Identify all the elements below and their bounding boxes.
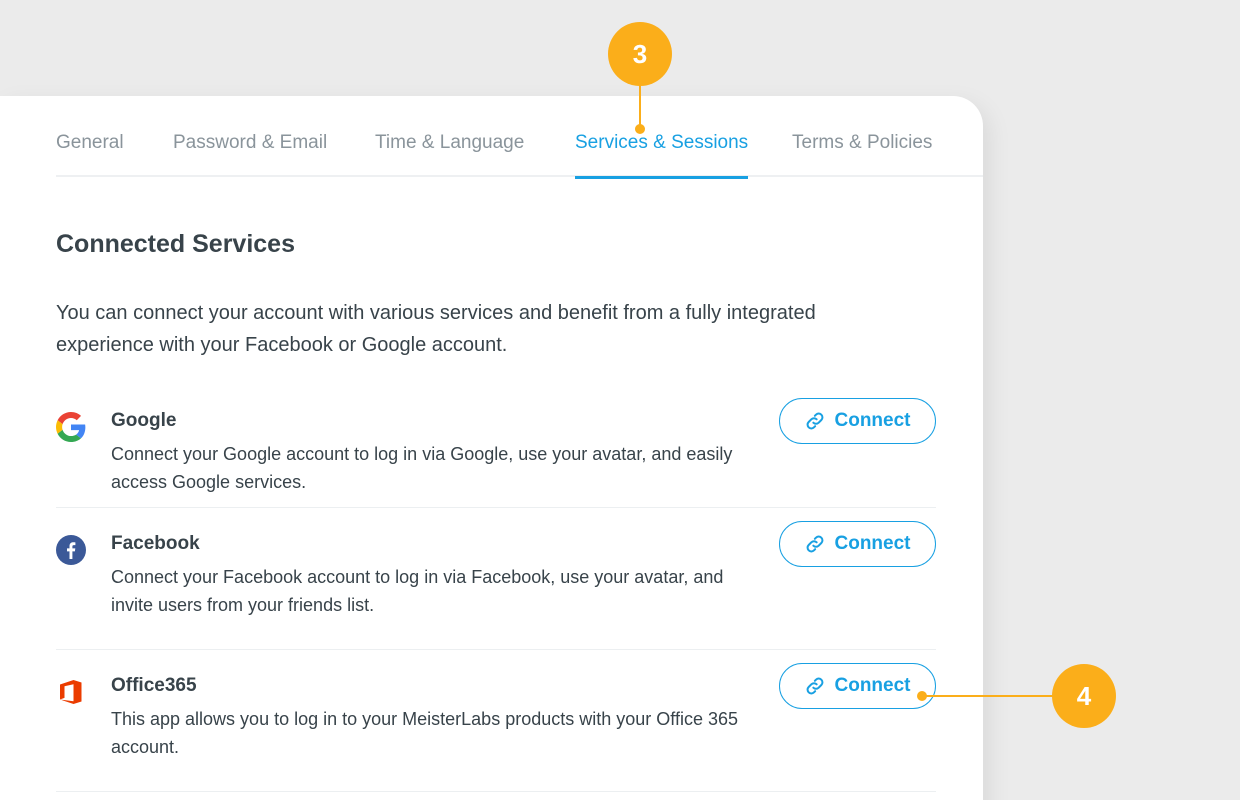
callout-badge-4: 4: [1052, 664, 1116, 728]
google-connect-button[interactable]: Connect: [779, 398, 936, 444]
callout-3-dot: [635, 124, 645, 134]
service-name: Office365: [111, 675, 197, 696]
service-row-facebook: Facebook Connect your Facebook account t…: [56, 521, 936, 650]
connect-label: Connect: [834, 410, 911, 431]
office365-connect-button[interactable]: Connect: [779, 663, 936, 709]
service-description: Connect your Google account to log in vi…: [111, 444, 733, 492]
tab-terms-policies[interactable]: Terms & Policies: [792, 132, 932, 177]
service-description: This app allows you to log in to your Me…: [111, 709, 738, 757]
settings-panel: General Password & Email Time & Language…: [0, 96, 983, 800]
link-icon: [806, 677, 823, 695]
callout-4-connector: [922, 695, 1057, 697]
service-name: Facebook: [111, 533, 200, 554]
facebook-icon: [56, 535, 86, 565]
callout-4-dot: [917, 691, 927, 701]
service-row-office365: Office365 This app allows you to log in …: [56, 663, 936, 792]
tab-time-language[interactable]: Time & Language: [375, 132, 524, 177]
tab-general[interactable]: General: [56, 132, 124, 177]
callout-3-connector: [639, 84, 641, 128]
section-title: Connected Services: [56, 230, 295, 258]
section-description: You can connect your account with variou…: [56, 302, 816, 356]
connect-label: Connect: [834, 533, 911, 554]
link-icon: [806, 412, 823, 430]
tab-password-email[interactable]: Password & Email: [173, 132, 327, 177]
google-icon: [56, 412, 86, 442]
link-icon: [806, 535, 823, 553]
connect-label: Connect: [834, 675, 911, 696]
tab-services-sessions[interactable]: Services & Sessions: [575, 132, 749, 179]
settings-tabs: General Password & Email Time & Language…: [56, 96, 983, 179]
facebook-connect-button[interactable]: Connect: [779, 521, 936, 567]
service-name: Google: [111, 410, 177, 431]
office365-icon: [56, 677, 86, 707]
service-row-google: Google Connect your Google account to lo…: [56, 398, 936, 508]
callout-badge-3: 3: [608, 22, 672, 86]
service-description: Connect your Facebook account to log in …: [111, 567, 724, 615]
